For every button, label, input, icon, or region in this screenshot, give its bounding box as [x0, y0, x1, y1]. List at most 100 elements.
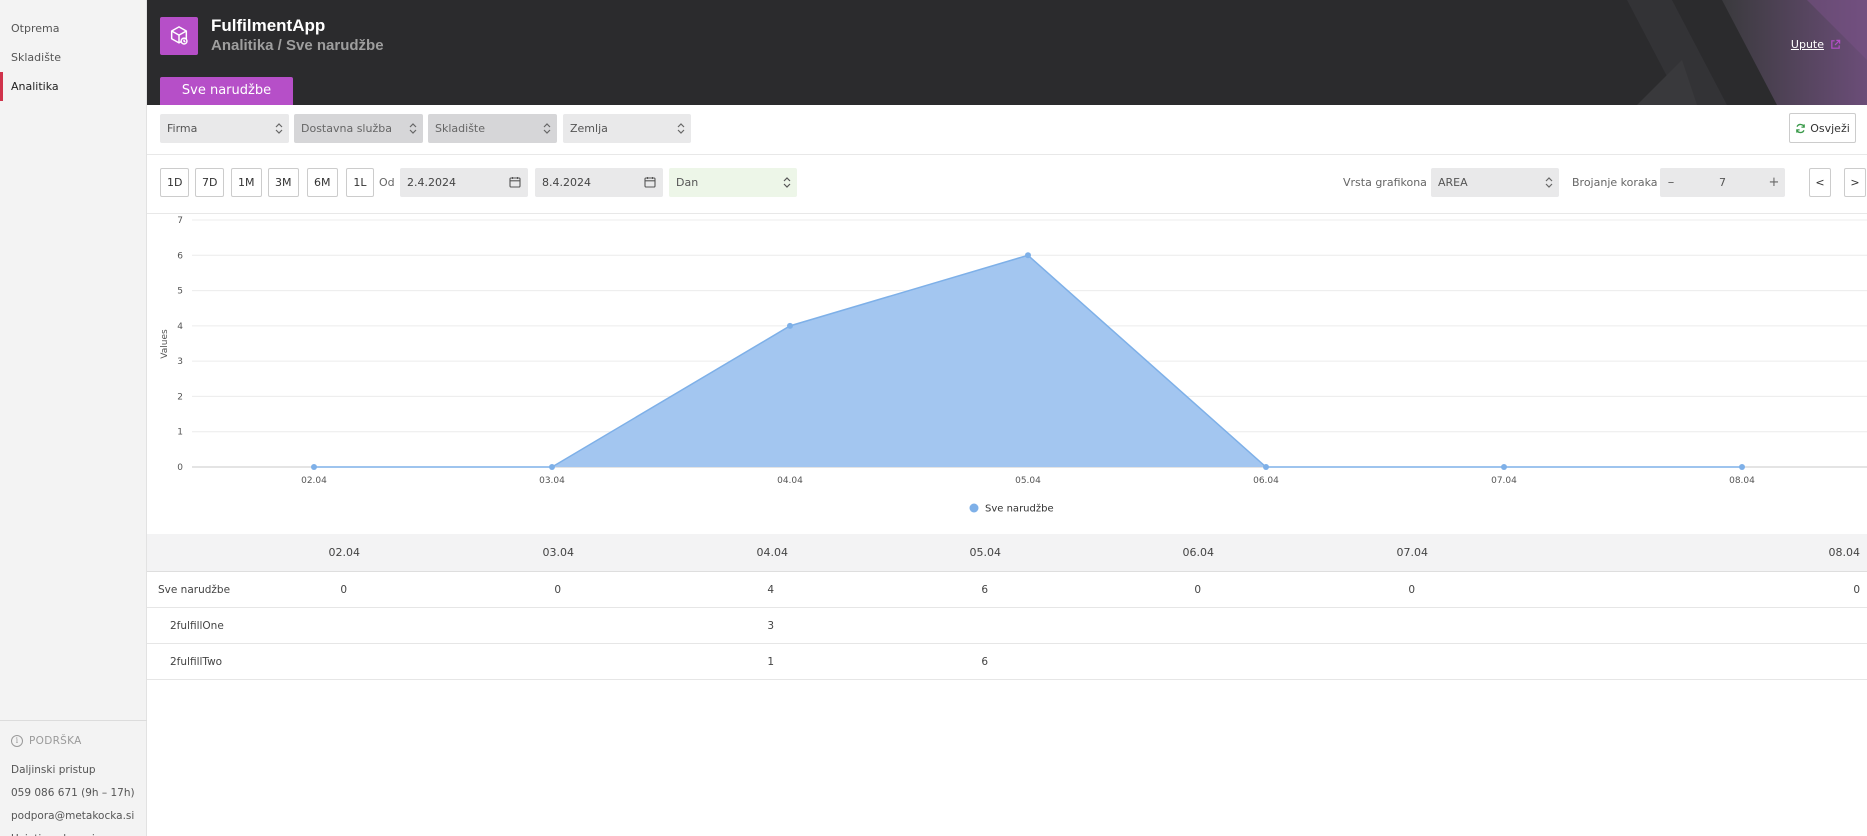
- app-logo: [160, 17, 198, 55]
- info-icon: i: [11, 735, 23, 747]
- chevron-updown-icon: [409, 123, 417, 134]
- support-link-phone[interactable]: 059 086 671 (9h – 17h): [0, 782, 147, 805]
- date-to-input[interactable]: 8.4.2024: [535, 168, 663, 197]
- table-cell: 3: [767, 619, 774, 632]
- refresh-label: Osvježi: [1810, 121, 1850, 135]
- row-label: 2fulfillOne: [170, 619, 224, 632]
- zemlja-select[interactable]: Zemlja: [563, 114, 691, 143]
- chevron-updown-icon: [783, 177, 791, 188]
- table-cell: 0: [1853, 583, 1860, 596]
- data-point: [1501, 464, 1507, 470]
- y-tick-label: 1: [177, 428, 183, 438]
- support-link-remote[interactable]: Daljinski pristup: [0, 759, 147, 782]
- chevron-updown-icon: [1545, 177, 1553, 188]
- date-from-value: 2.4.2024: [407, 176, 456, 189]
- y-tick-label: 4: [177, 322, 183, 332]
- table-cell: 0: [1408, 583, 1415, 596]
- chart-type-value: AREA: [1438, 176, 1468, 189]
- refresh-button[interactable]: Osvježi: [1789, 113, 1856, 143]
- steps-stepper: – 7 +: [1660, 168, 1785, 197]
- y-tick-label: 0: [177, 463, 183, 473]
- chevron-updown-icon: [677, 123, 685, 134]
- next-button[interactable]: >: [1844, 168, 1866, 197]
- x-tick-label: 04.04: [777, 476, 803, 486]
- external-link-icon: [1831, 39, 1841, 49]
- x-tick-label: 07.04: [1491, 476, 1517, 486]
- steps-increment-button[interactable]: +: [1763, 168, 1785, 197]
- granularity-select[interactable]: Dan: [669, 168, 797, 197]
- skladiste-select-label: Skladište: [435, 122, 485, 135]
- table-row: Sve narudžbe 0 0 4 6 0 0 0: [147, 572, 1867, 608]
- support-link-terms[interactable]: Uvjeti poslovanja: [0, 828, 147, 836]
- data-point: [549, 464, 555, 470]
- chart-type-select[interactable]: AREA: [1431, 168, 1559, 197]
- refresh-icon: [1796, 123, 1806, 133]
- data-point: [1263, 464, 1269, 470]
- table-header-cell: 08.04: [1828, 546, 1861, 559]
- x-tick-label: 02.04: [301, 476, 327, 486]
- x-tick-label: 06.04: [1253, 476, 1279, 486]
- chart-type-label: Vrsta grafikona: [1343, 176, 1427, 189]
- table-row: 2fulfillTwo 1 6: [147, 644, 1867, 680]
- table-row: 2fulfillOne 3: [147, 608, 1867, 644]
- table-cell: 6: [981, 583, 988, 596]
- dostavna-sluzba-select[interactable]: Dostavna služba: [294, 114, 423, 143]
- app-title: FulfilmentApp: [211, 16, 326, 35]
- table-header-cell: 06.04: [1182, 546, 1215, 559]
- firma-select[interactable]: Firma: [160, 114, 289, 143]
- support-title: i PODRŠKA: [0, 733, 147, 749]
- breadcrumb: Analitika / Sve narudžbe: [211, 37, 384, 54]
- sidebar-item-analitika[interactable]: Analitika: [0, 72, 146, 101]
- chevron-updown-icon: [543, 123, 551, 134]
- y-tick-label: 2: [177, 392, 183, 402]
- chevron-updown-icon: [275, 123, 283, 134]
- firma-select-label: Firma: [167, 122, 198, 135]
- support-title-label: PODRŠKA: [29, 735, 82, 747]
- steps-decrement-button[interactable]: –: [1660, 168, 1682, 197]
- sidebar-item-skladiste[interactable]: Skladište: [0, 43, 146, 72]
- range-1m-button[interactable]: 1M: [231, 168, 262, 197]
- dostavna-sluzba-label: Dostavna služba: [301, 122, 392, 135]
- range-7d-button[interactable]: 7D: [195, 168, 225, 197]
- y-tick-label: 6: [177, 251, 183, 261]
- date-from-input[interactable]: 2.4.2024: [400, 168, 528, 197]
- data-point: [1025, 252, 1031, 259]
- tab-sve-narudzbe[interactable]: Sve narudžbe: [160, 77, 293, 105]
- row-label: Sve narudžbe: [158, 583, 231, 596]
- table-cell: 1: [767, 655, 774, 668]
- calendar-icon: [509, 177, 521, 188]
- help-link[interactable]: Upute: [1791, 38, 1841, 51]
- legend-marker: [969, 503, 979, 513]
- support-section: i PODRŠKA Daljinski pristup 059 086 671 …: [0, 720, 147, 836]
- steps-label: Brojanje koraka: [1572, 176, 1658, 189]
- filter-bar: Firma Dostavna služba Skladište Zemlja O…: [147, 105, 1867, 155]
- x-tick-label: 08.04: [1729, 476, 1755, 486]
- support-link-email[interactable]: podpora@metakocka.si: [0, 805, 147, 828]
- skladiste-select[interactable]: Skladište: [428, 114, 557, 143]
- row-label: 2fulfillTwo: [170, 655, 223, 668]
- range-6m-button[interactable]: 6M: [307, 168, 338, 197]
- y-tick-label: 5: [177, 287, 183, 297]
- table-cell: 0: [340, 583, 347, 596]
- y-tick-label: 3: [177, 357, 183, 367]
- x-tick-label: 03.04: [539, 476, 565, 486]
- table-header-cell: 07.04: [1396, 546, 1429, 559]
- prev-button[interactable]: <: [1809, 168, 1831, 197]
- range-1l-button[interactable]: 1L: [346, 168, 374, 197]
- range-1d-button[interactable]: 1D: [160, 168, 190, 197]
- table-cell: 4: [767, 583, 774, 596]
- table-cell: 6: [981, 655, 988, 668]
- range-3m-button[interactable]: 3M: [268, 168, 299, 197]
- table-body: Sve narudžbe 0 0 4 6 0 0 0 2fulfillOne 3 2fulfillT…: [147, 572, 1867, 680]
- steps-value[interactable]: 7: [1682, 168, 1763, 197]
- data-point: [311, 464, 317, 470]
- data-point: [787, 322, 793, 329]
- table-header-cell: 03.04: [542, 546, 575, 559]
- sidebar-item-otprema[interactable]: Otprema: [0, 14, 146, 43]
- table-cell: 0: [1194, 583, 1201, 596]
- sidebar: Otprema Skladište Analitika i PODRŠKA Da…: [0, 0, 147, 836]
- y-tick-label: 7: [177, 216, 183, 226]
- table-header-cell: 04.04: [756, 546, 789, 559]
- table-header-cell: 05.04: [969, 546, 1002, 559]
- zemlja-select-label: Zemlja: [570, 122, 608, 135]
